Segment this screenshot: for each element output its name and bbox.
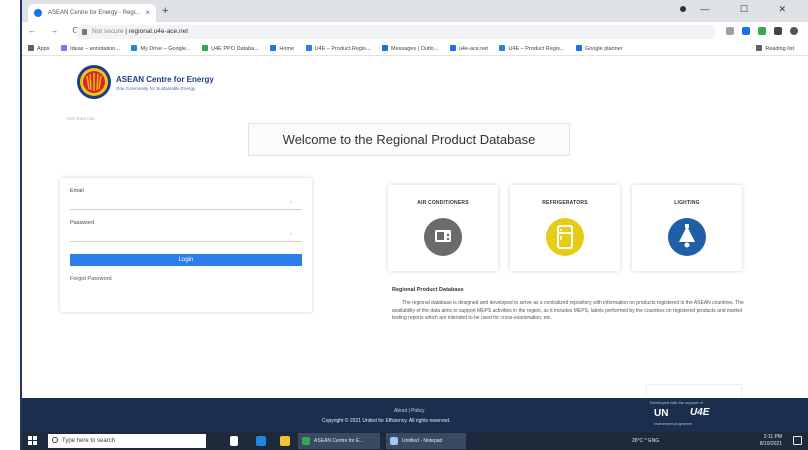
bookmark-item[interactable]: Google planner (575, 42, 623, 55)
partner-subtext: environment programme (654, 422, 693, 426)
windows-taskbar: Type here to search ASEAN Centre for E..… (22, 432, 808, 450)
chrome-icon (302, 437, 310, 445)
lamp-icon (668, 218, 706, 256)
clock[interactable]: 2:11 PM 8/10/2021 (760, 434, 782, 448)
bookmark-item[interactable]: U4E PPO Databa... (202, 42, 259, 55)
login-button[interactable]: Login (70, 254, 302, 266)
un-logo: UN (654, 408, 669, 419)
product-tile-label: LIGHTING (674, 200, 700, 206)
key-icon: ◦ (289, 200, 292, 206)
notification-icon[interactable] (793, 436, 802, 445)
reading-list-icon (756, 45, 763, 51)
file-explorer-icon[interactable] (280, 436, 290, 446)
info-icon[interactable] (82, 29, 87, 35)
forgot-password-link[interactable]: Forgot Password (70, 276, 112, 282)
profile-icon[interactable] (680, 6, 687, 12)
search-icon (52, 437, 58, 443)
apps-icon (28, 45, 34, 51)
url-text: regional.u4e-ace.net (128, 28, 189, 35)
footer-tab (646, 384, 742, 396)
site-footer: About | Policy Copyright © 2021 United f… (22, 398, 808, 432)
outlook-icon (382, 45, 389, 51)
taskbar-app-chrome[interactable]: ASEAN Centre for E... (298, 433, 380, 449)
logo-subtitle: One Community for Sustainable Energy (116, 86, 196, 91)
drive-icon (131, 45, 138, 51)
bookmark-item[interactable]: Messages | Outlo... (382, 42, 438, 55)
product-tile-label: AIR CONDITIONERS (417, 200, 469, 206)
puzzle-icon[interactable] (774, 27, 782, 35)
new-tab-button[interactable]: + (162, 5, 168, 17)
bookmark-item[interactable]: Home (270, 42, 294, 55)
browser-tab[interactable]: ASEAN Centre for Energy - Regi... × (28, 4, 156, 22)
u4e-logo: U4E (690, 407, 710, 418)
bookmark-item[interactable]: Apps (28, 42, 50, 55)
password-label: Password (70, 220, 95, 226)
email-label: Email (70, 188, 84, 194)
edge-icon[interactable] (256, 436, 266, 446)
asean-seal-icon (77, 65, 111, 99)
bookmark-item[interactable]: U4E – Product Regis... (305, 42, 371, 55)
logo-title: ASEAN Centre for Energy (116, 75, 214, 84)
drive-icon (202, 45, 209, 51)
email-field[interactable] (70, 198, 302, 210)
key-icon: ◦ (289, 232, 292, 238)
bookmark-item[interactable]: u4e-ace.net (449, 42, 488, 55)
bookmark-icon (499, 45, 506, 51)
task-view-icon[interactable] (230, 436, 238, 446)
breadcrumb[interactable]: ACE Data hub (66, 116, 95, 121)
welcome-heading: Welcome to the Regional Product Database (248, 123, 570, 156)
password-field[interactable] (70, 230, 302, 242)
reading-list-button[interactable]: Reading list (756, 42, 794, 55)
product-tile-air-conditioners[interactable]: AIR CONDITIONERS (388, 185, 498, 271)
window-controls[interactable]: — ☐ ✕ (680, 4, 800, 15)
taskbar-app-notepad[interactable]: Untitled - Notepad (386, 433, 466, 449)
footer-links[interactable]: About | Policy (394, 408, 424, 414)
refrigerator-icon (546, 218, 584, 256)
bookmark-icon (449, 45, 456, 51)
bookmark-icon (575, 45, 582, 51)
bookmark-icon (270, 45, 277, 51)
avatar[interactable] (790, 27, 798, 35)
product-tile-lighting[interactable]: LIGHTING (632, 185, 742, 271)
zoom-icon[interactable] (726, 27, 734, 35)
bookmark-item[interactable]: My Drive – Google... (131, 42, 191, 55)
taskbar-search-input[interactable]: Type here to search (48, 434, 206, 448)
address-bar-row: ← → C Not secure | regional.u4e-ace.net (22, 22, 808, 42)
windows-start-icon[interactable] (28, 436, 38, 446)
bookmark-item[interactable]: Ideas – annotation... (61, 42, 120, 55)
footer-copyright: Copyright © 2021 United for Efficiency. … (322, 418, 451, 424)
extension-icon[interactable] (758, 27, 766, 35)
product-tile-label: REFRIGERATORS (542, 200, 588, 206)
favicon-icon (34, 9, 42, 17)
description-title: Regional Product Database (392, 287, 464, 293)
browser-tab-strip: ASEAN Centre for Energy - Regi... × + — … (22, 0, 808, 22)
not-secure-label: Not secure (92, 28, 124, 35)
air-conditioner-icon (424, 218, 462, 256)
notepad-icon (390, 437, 398, 445)
bookmark-icon (61, 45, 68, 51)
address-bar[interactable]: Not secure | regional.u4e-ace.net (76, 25, 716, 39)
site-logo[interactable]: ASEAN Centre for Energy One Community fo… (76, 64, 246, 102)
bookmarks-bar: Apps Ideas – annotation... My Drive – Go… (22, 42, 808, 56)
description-body: The regional database is designed and de… (392, 300, 744, 321)
close-tab-icon[interactable]: × (145, 4, 150, 22)
bookmark-item[interactable]: U4E – Product Regis... (499, 42, 564, 55)
extensions-area (726, 27, 798, 37)
tab-title: ASEAN Centre for Energy - Regi... (48, 10, 141, 16)
partner-label: Developed with the support of (650, 400, 703, 405)
bookmark-icon (305, 45, 312, 51)
product-tile-refrigerators[interactable]: REFRIGERATORS (510, 185, 620, 271)
system-tray-status[interactable]: 26°C ^ ENG (632, 438, 659, 444)
login-card: Email ◦ Password ◦ Login Forgot Password (60, 178, 312, 312)
extension-icon[interactable] (742, 27, 750, 35)
